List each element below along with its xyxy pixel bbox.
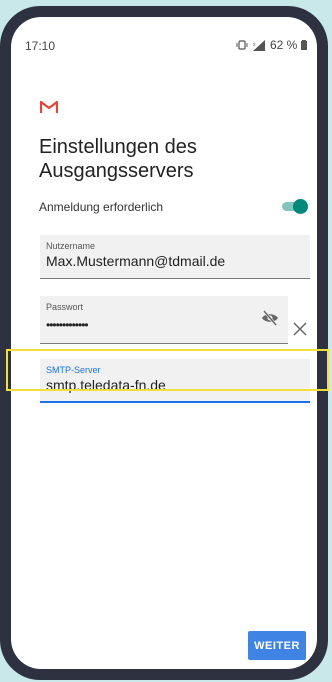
password-label: Passwort xyxy=(46,302,84,312)
vibrate-icon xyxy=(236,40,248,50)
page-title: Einstellungen des Ausgangsservers xyxy=(39,135,289,183)
username-field[interactable]: Nutzername Max.Mustermann@tdmail.de xyxy=(40,235,310,279)
battery-icon xyxy=(301,40,308,50)
username-label: Nutzername xyxy=(46,241,96,251)
svg-text:x: x xyxy=(253,42,256,48)
next-button[interactable]: WEITER xyxy=(248,631,306,660)
login-required-label: Anmeldung erforderlich xyxy=(39,200,164,214)
page-title-line-1: Einstellungen des xyxy=(39,136,197,158)
login-required-toggle[interactable] xyxy=(282,199,308,214)
password-value: ••••••••••••• xyxy=(46,318,89,332)
page-title-line-2: Ausgangsservers xyxy=(39,160,194,182)
gmail-logo xyxy=(40,100,58,113)
signal-icon: x xyxy=(253,39,265,51)
battery-percentage: 62 % xyxy=(270,38,298,52)
status-time: 17:10 xyxy=(25,39,56,53)
toggle-thumb xyxy=(293,199,308,214)
eye-off-icon[interactable] xyxy=(261,310,279,326)
close-icon[interactable] xyxy=(292,321,308,337)
status-icons: x 62 % xyxy=(236,38,314,52)
password-field[interactable]: Passwort ••••••••••••• xyxy=(40,296,288,344)
smtp-highlight-box xyxy=(6,349,329,391)
username-value: Max.Mustermann@tdmail.de xyxy=(46,253,226,269)
